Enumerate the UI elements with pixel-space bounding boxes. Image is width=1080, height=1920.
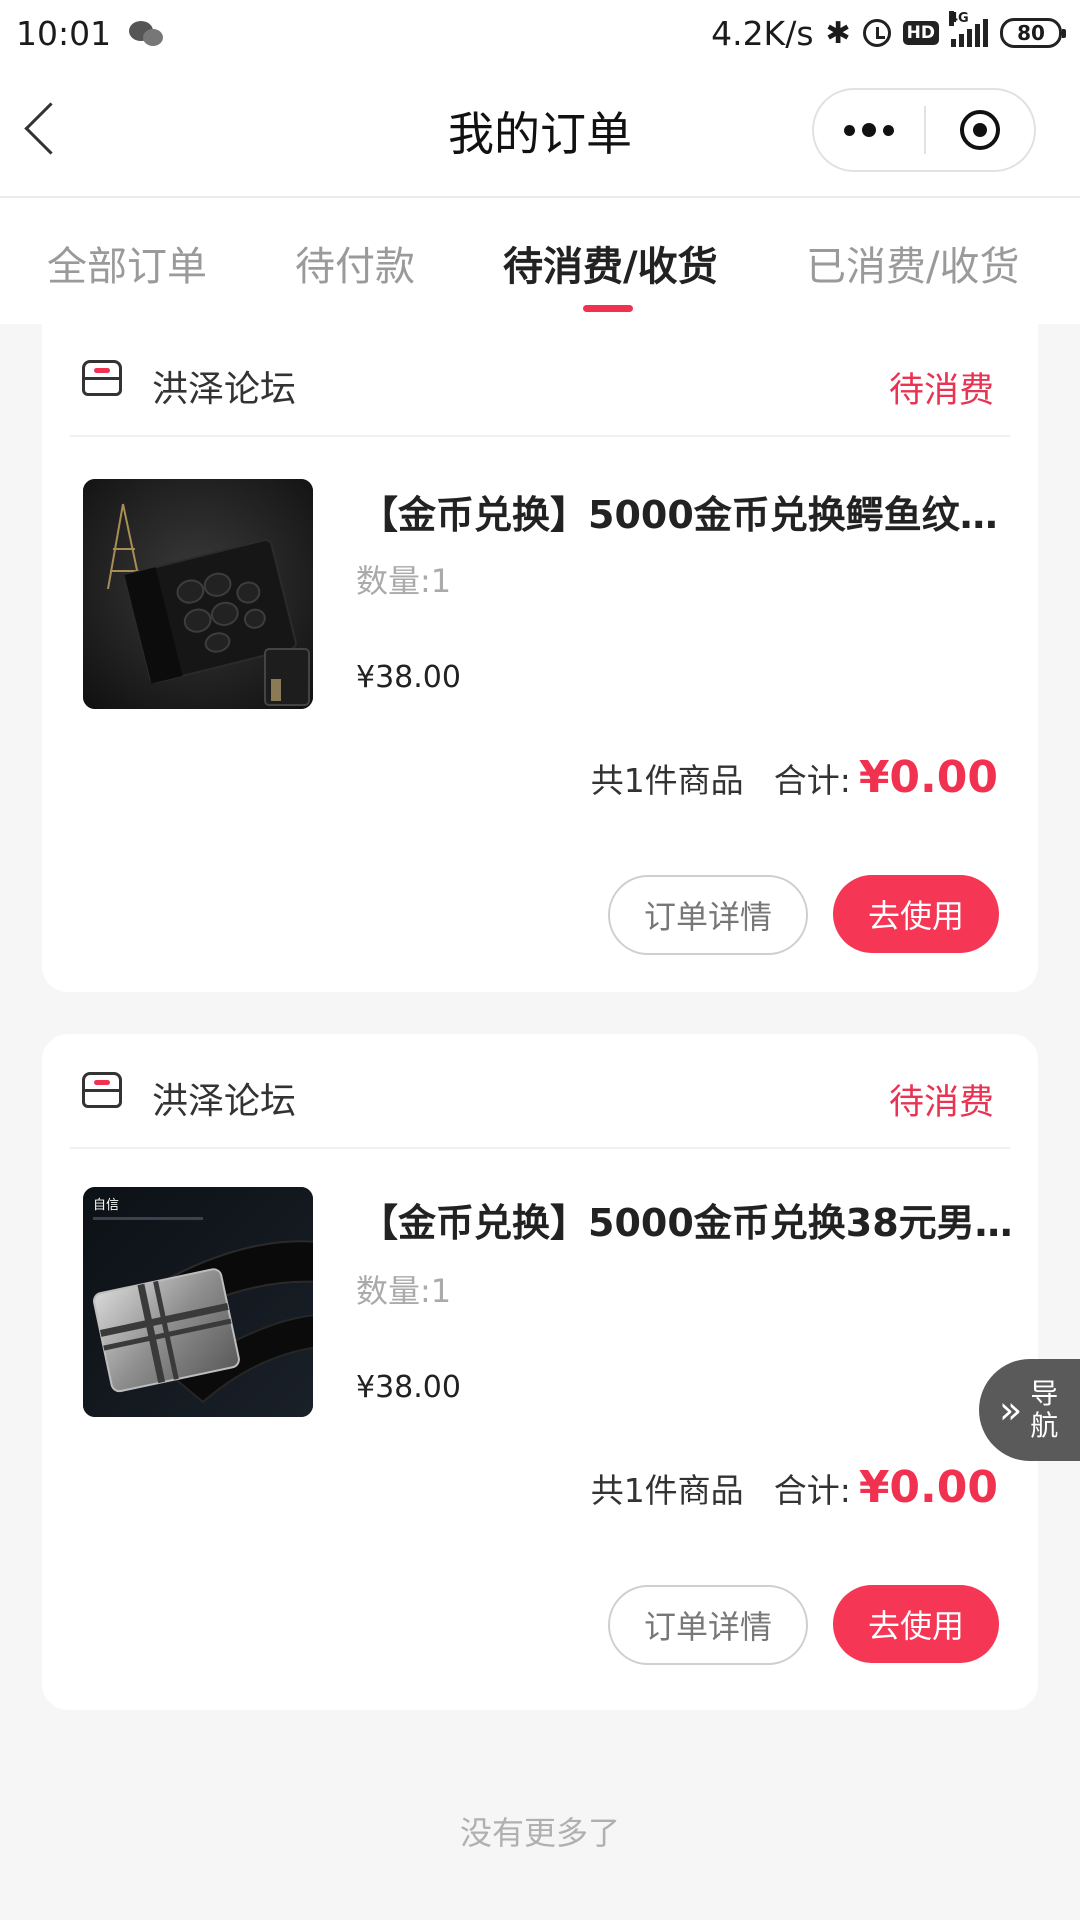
product-quantity: 数量:1 xyxy=(356,562,452,600)
close-target-icon xyxy=(960,110,1000,150)
bluetooth-icon: ✱ xyxy=(825,15,851,51)
product-image[interactable]: 自信 xyxy=(83,1187,313,1417)
total-label: 合计: xyxy=(773,761,851,800)
nav-bar: 我的订单 xyxy=(0,66,1080,198)
more-icon[interactable] xyxy=(814,90,924,170)
active-tab-indicator xyxy=(583,305,633,312)
battery-level: 80 xyxy=(1017,21,1045,45)
item-count: 共1件商品 xyxy=(590,761,744,800)
tab-all-orders[interactable]: 全部订单 xyxy=(47,234,207,292)
shop-name[interactable]: 洪泽论坛 xyxy=(152,360,296,412)
product-title[interactable]: 【金币兑换】5000金币兑换38元男… xyxy=(360,1192,1020,1247)
order-detail-button[interactable]: 订单详情 xyxy=(608,1585,808,1665)
total-label: 合计: xyxy=(773,1471,851,1510)
network-speed: 4.2K/s xyxy=(711,13,814,53)
product-title[interactable]: 【金币兑换】5000金币兑换鳄鱼纹… xyxy=(360,484,1020,539)
belt-buckle-image: 自信 xyxy=(83,1187,313,1417)
order-total-row: 共1件商品 合计: ¥0.00 xyxy=(591,1462,998,1513)
item-count: 共1件商品 xyxy=(590,1471,744,1510)
signal-type: 4G xyxy=(949,11,969,26)
wechat-icon xyxy=(129,19,165,47)
total-amount: ¥0.00 xyxy=(858,1462,998,1513)
use-button[interactable]: 去使用 xyxy=(833,875,999,953)
order-status: 待消费 xyxy=(888,371,994,411)
product-quantity: 数量:1 xyxy=(356,1272,452,1310)
order-tabs: 全部订单 待付款 待消费/收货 已消费/收货 xyxy=(0,198,1080,324)
tab-completed[interactable]: 已消费/收货 xyxy=(806,234,1019,292)
signal-icon: 4G xyxy=(949,11,988,47)
close-button[interactable] xyxy=(926,90,1034,170)
order-status: 待消费 xyxy=(888,1083,994,1123)
order-detail-button[interactable]: 订单详情 xyxy=(608,875,808,955)
alarm-icon xyxy=(862,19,891,47)
shop-icon xyxy=(82,1072,122,1108)
product-price: ¥38.00 xyxy=(356,1370,461,1405)
order-card-header: 洪泽论坛 待消费 xyxy=(70,320,1010,437)
tab-pending-use[interactable]: 待消费/收货 xyxy=(503,234,718,292)
total-amount: ¥0.00 xyxy=(858,752,998,803)
mini-program-capsule xyxy=(812,88,1036,172)
floating-nav-label: 导航 xyxy=(1030,1377,1059,1442)
order-total-row: 共1件商品 合计: ¥0.00 xyxy=(591,752,998,803)
shop-icon xyxy=(82,360,122,396)
order-card: 洪泽论坛 待消费 【金币兑换】5000金币兑换鳄鱼纹… 数量:1 ¥38.00 … xyxy=(42,320,1038,992)
hd-icon: HD xyxy=(902,21,939,45)
image-caption: 自信 xyxy=(93,1198,119,1213)
shop-name[interactable]: 洪泽论坛 xyxy=(152,1072,296,1124)
battery-icon: 80 xyxy=(1000,18,1066,48)
floating-nav-button[interactable]: » 导航 xyxy=(979,1359,1080,1461)
status-time: 10:01 xyxy=(16,13,112,53)
no-more-text: 没有更多了 xyxy=(459,1814,620,1852)
double-chevron-icon: » xyxy=(999,1388,1023,1432)
order-card: 洪泽论坛 待消费 自信 【金币兑换】5000金币兑换38元男… 数量:1 ¥38… xyxy=(42,1034,1038,1710)
product-price: ¥38.00 xyxy=(356,660,461,695)
crocodile-wallet-image xyxy=(83,479,313,709)
product-image[interactable] xyxy=(83,479,313,709)
tab-pending-payment[interactable]: 待付款 xyxy=(295,234,415,292)
use-button[interactable]: 去使用 xyxy=(833,1585,999,1663)
order-card-header: 洪泽论坛 待消费 xyxy=(70,1034,1010,1149)
status-bar: 10:01 4.2K/s ✱ HD 4G 80 xyxy=(0,0,1080,66)
